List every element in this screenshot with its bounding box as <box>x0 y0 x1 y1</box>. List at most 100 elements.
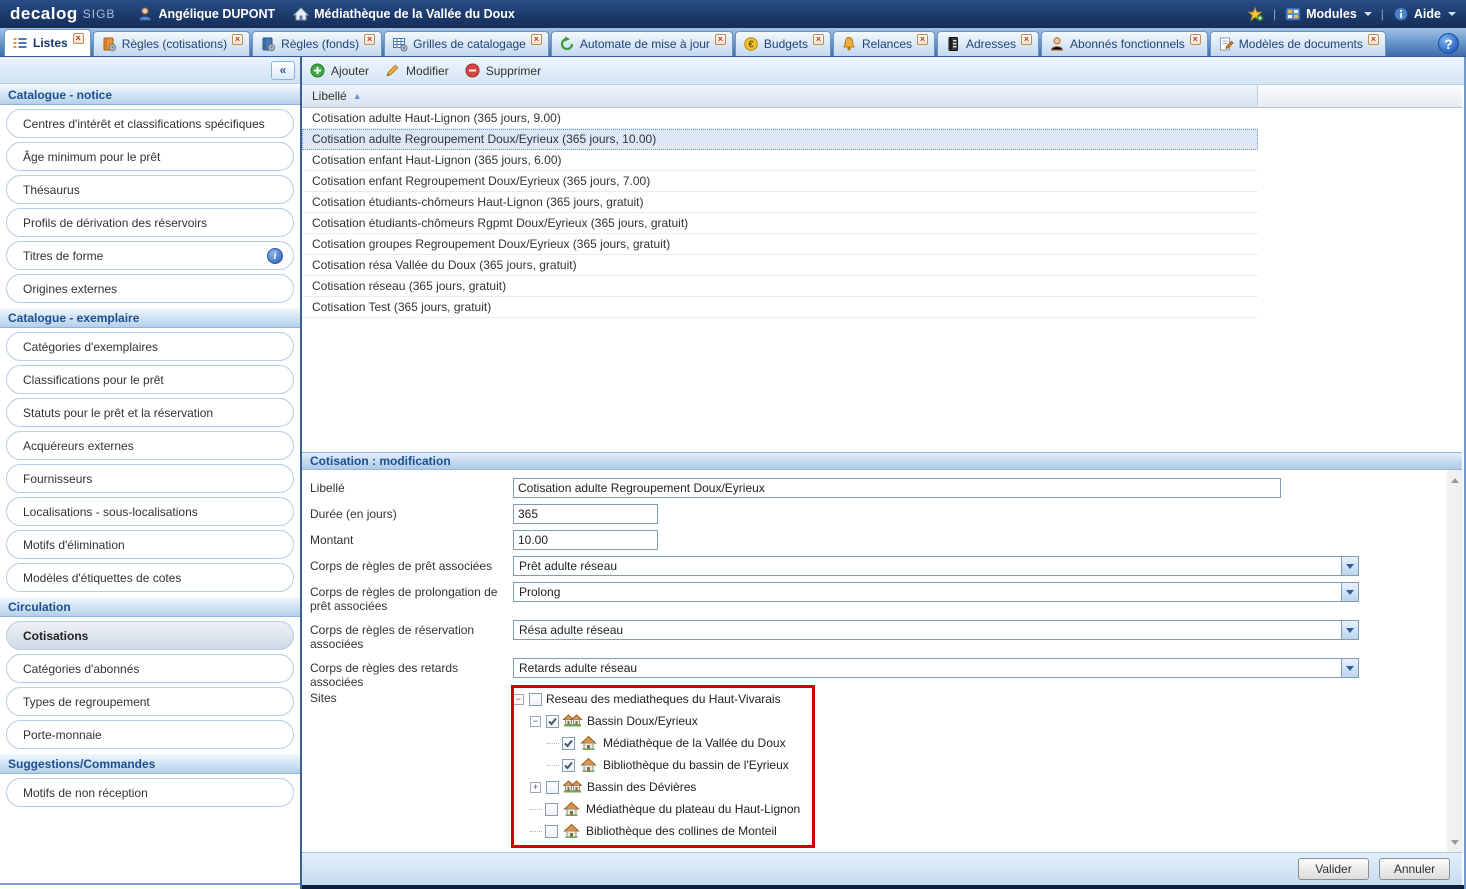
collapse-node-icon[interactable]: − <box>513 694 524 705</box>
current-user[interactable]: Angélique DUPONT <box>137 6 275 22</box>
modules-menu[interactable]: Modules <box>1285 6 1372 22</box>
tab-regles-cotisations[interactable]: Règles (cotisations)× <box>93 31 250 56</box>
tab-close-icon[interactable]: × <box>1190 34 1201 45</box>
corps-de-regles-de-pret-associees-select[interactable]: Prêt adulte réseau <box>513 556 1359 576</box>
expand-node-icon[interactable]: + <box>530 782 541 793</box>
dropdown-arrow-icon[interactable] <box>1341 557 1358 575</box>
duree-en-jours-input[interactable] <box>513 504 658 524</box>
sidebar-item-titres-de-forme[interactable]: Titres de forme i <box>6 241 294 270</box>
sidebar-item-label: Thésaurus <box>23 183 80 197</box>
table-row[interactable]: Cotisation enfant Regroupement Doux/Eyri… <box>302 171 1258 192</box>
tree-connector <box>530 831 542 832</box>
sidebar-item-categories-d-exemplaires[interactable]: Catégories d'exemplaires <box>6 332 294 361</box>
corps-de-regles-de-reservation-associees-select[interactable]: Résa adulte réseau <box>513 620 1359 640</box>
tab-automate-de-mise-a-jour[interactable]: Automate de mise à jour× <box>551 31 733 56</box>
sidebar-item-motifs-d-elimination[interactable]: Motifs d'élimination <box>6 530 294 559</box>
sidebar-item-statuts-pour-le-pret-et-la-reservation[interactable]: Statuts pour le prêt et la réservation <box>6 398 294 427</box>
table-row[interactable]: Cotisation adulte Haut-Lignon (365 jours… <box>302 108 1258 129</box>
help-button[interactable]: ? <box>1438 33 1459 54</box>
corps-de-regles-des-retards-associees-select[interactable]: Retards adulte réseau <box>513 658 1359 678</box>
supprimer-button[interactable]: Supprimer <box>465 63 541 79</box>
scroll-down-icon[interactable] <box>1447 834 1463 850</box>
tree-node-bibliotheque-des-collines-de-monteil: Bibliothèque des collines de Monteil <box>513 820 800 842</box>
table-row[interactable]: Cotisation étudiants-chômeurs Rgpmt Doux… <box>302 213 1258 234</box>
dropdown-arrow-icon[interactable] <box>1341 659 1358 677</box>
sidebar-item-porte-monnaie[interactable]: Porte-monnaie <box>6 720 294 749</box>
group-site-icon <box>563 779 582 795</box>
sidebar-item-acquereurs-externes[interactable]: Acquéreurs externes <box>6 431 294 460</box>
table-row[interactable]: Cotisation groupes Regroupement Doux/Eyr… <box>302 234 1258 255</box>
aide-menu[interactable]: Aide <box>1393 6 1456 22</box>
mediatheque-du-plateau-du-haut-lignon-checkbox[interactable] <box>545 803 558 816</box>
tab-listes[interactable]: Listes× <box>4 29 91 56</box>
tab-budgets[interactable]: €Budgets× <box>735 31 831 56</box>
automate-icon <box>559 36 575 52</box>
sidebar-item-label: Titres de forme <box>23 249 103 263</box>
tab-grilles-de-catalogage[interactable]: Grilles de catalogage× <box>384 31 549 56</box>
reseau-des-mediatheques-du-haut-vivarais-checkbox[interactable] <box>529 693 542 706</box>
tab-close-icon[interactable]: × <box>364 34 375 45</box>
table-row[interactable]: Cotisation enfant Haut-Lignon (365 jours… <box>302 150 1258 171</box>
info-icon[interactable]: i <box>267 248 283 264</box>
column-header-libelle[interactable]: Libellé ▲ <box>302 85 1258 107</box>
ajouter-button[interactable]: Ajouter <box>310 63 369 79</box>
sidebar-item-motifs-de-non-reception[interactable]: Motifs de non réception <box>6 778 294 807</box>
tree-node-label: Bassin Doux/Eyrieux <box>587 714 698 728</box>
bibliotheque-du-bassin-de-l-eyrieux-checkbox[interactable] <box>562 759 575 772</box>
tab-abonnes-fonctionnels[interactable]: Abonnés fonctionnels× <box>1041 31 1208 56</box>
sidebar-item-label: Classifications pour le prêt <box>23 373 164 387</box>
sidebar-item-types-de-regroupement[interactable]: Types de regroupement <box>6 687 294 716</box>
modules-grid-icon <box>1285 6 1301 22</box>
sidebar-item-centres-d-interet-et-classifications-specifiques[interactable]: Centres d'intérêt et classifications spé… <box>6 109 294 138</box>
annuler-button[interactable]: Annuler <box>1379 858 1450 880</box>
sidebar-item-localisations-sous-localisations[interactable]: Localisations - sous-localisations <box>6 497 294 526</box>
tab-close-icon[interactable]: × <box>232 34 243 45</box>
sidebar-item-profils-de-derivation-des-reservoirs[interactable]: Profils de dérivation des réservoirs <box>6 208 294 237</box>
top-bar: decalog SIGB Angélique DUPONT Médiathèqu… <box>0 0 1466 28</box>
current-user-label: Angélique DUPONT <box>158 7 275 21</box>
mediatheque-de-la-vallee-du-doux-checkbox[interactable] <box>562 737 575 750</box>
tab-regles-fonds[interactable]: Règles (fonds)× <box>252 31 382 56</box>
sidebar-item-thesaurus[interactable]: Thésaurus <box>6 175 294 204</box>
scroll-up-icon[interactable] <box>1447 472 1463 488</box>
sidebar-item-age-minimum-pour-le-pret[interactable]: Âge minimum pour le prêt <box>6 142 294 171</box>
bassin-doux-eyrieux-checkbox[interactable] <box>546 715 559 728</box>
sidebar-item-origines-externes[interactable]: Origines externes <box>6 274 294 303</box>
tab-relances[interactable]: Relances× <box>833 31 935 56</box>
dropdown-arrow-icon[interactable] <box>1341 621 1358 639</box>
sidebar-sections: Catalogue - noticeCentres d'intérêt et c… <box>0 84 300 807</box>
table-row[interactable]: Cotisation adulte Regroupement Doux/Eyri… <box>302 129 1258 150</box>
table-row[interactable]: Cotisation étudiants-chômeurs Haut-Ligno… <box>302 192 1258 213</box>
tab-close-icon[interactable]: × <box>1021 34 1032 45</box>
tab-modeles-de-documents[interactable]: Modèles de documents× <box>1210 31 1386 56</box>
tab-close-icon[interactable]: × <box>917 34 928 45</box>
sidebar-collapse-button[interactable]: « <box>271 61 295 80</box>
favorites-star-icon[interactable] <box>1248 6 1264 22</box>
bibliotheque-des-collines-de-monteil-checkbox[interactable] <box>545 825 558 838</box>
sidebar-item-categories-d-abonnes[interactable]: Catégories d'abonnés <box>6 654 294 683</box>
table-row[interactable]: Cotisation résa Vallée du Doux (365 jour… <box>302 255 1258 276</box>
tab-close-icon[interactable]: × <box>73 33 84 44</box>
table-row[interactable]: Cotisation réseau (365 jours, gratuit) <box>302 276 1258 297</box>
tab-close-icon[interactable]: × <box>813 34 824 45</box>
sidebar-item-classifications-pour-le-pret[interactable]: Classifications pour le prêt <box>6 365 294 394</box>
libelle-input[interactable] <box>513 478 1281 498</box>
dropdown-arrow-icon[interactable] <box>1341 583 1358 601</box>
current-site[interactable]: Médiathèque de la Vallée du Doux <box>293 6 515 22</box>
valider-button[interactable]: Valider <box>1298 858 1369 880</box>
montant-input[interactable] <box>513 530 658 550</box>
table-row[interactable]: Cotisation Test (365 jours, gratuit) <box>302 297 1258 318</box>
tab-close-icon[interactable]: × <box>715 34 726 45</box>
sidebar-item-modeles-d-etiquettes-de-cotes[interactable]: Modèles d'étiquettes de cotes <box>6 563 294 592</box>
tab-close-icon[interactable]: × <box>531 34 542 45</box>
modifier-button[interactable]: Modifier <box>385 63 449 79</box>
tab-adresses[interactable]: Adresses× <box>937 31 1039 56</box>
corps-de-regles-de-prolongation-de-pret-associees-select[interactable]: Prolong <box>513 582 1359 602</box>
select-value: Prolong <box>519 585 560 599</box>
sidebar-item-fournisseurs[interactable]: Fournisseurs <box>6 464 294 493</box>
sidebar-item-cotisations[interactable]: Cotisations <box>6 621 294 650</box>
bassin-des-devieres-checkbox[interactable] <box>546 781 559 794</box>
tab-close-icon[interactable]: × <box>1368 34 1379 45</box>
form-scrollbar[interactable] <box>1447 470 1463 852</box>
collapse-node-icon[interactable]: − <box>530 716 541 727</box>
